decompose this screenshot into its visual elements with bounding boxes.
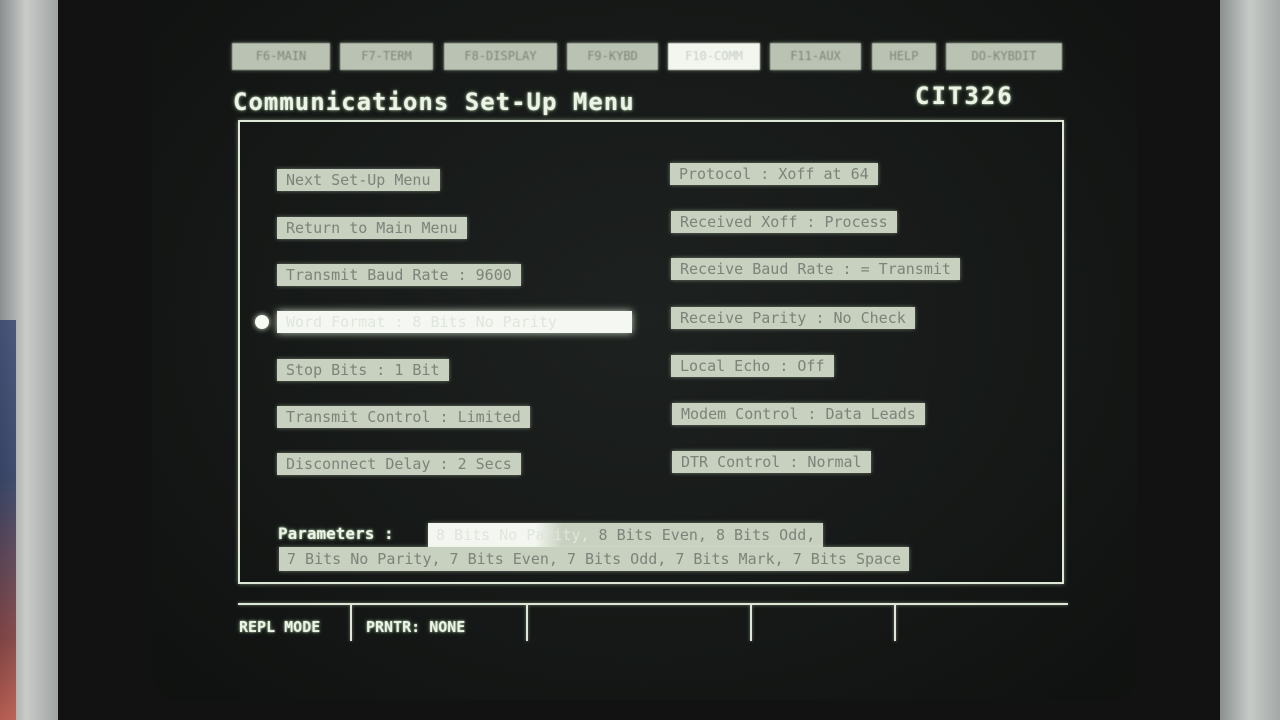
fkey-f8-display[interactable]: F8-DISPLAY <box>444 43 557 70</box>
menu-item-receive-baud[interactable]: Receive Baud Rate : = Transmit <box>671 258 960 280</box>
menu-item-transmit-baud[interactable]: Transmit Baud Rate : 9600 <box>277 264 521 286</box>
fkey-label: F6-MAIN <box>255 49 307 63</box>
fkey-f7-term[interactable]: F7-TERM <box>340 43 433 70</box>
parameters-options-text: 8 Bits Even, 8 Bits Odd, <box>589 526 816 544</box>
menu-item-stop-bits[interactable]: Stop Bits : 1 Bit <box>277 359 449 381</box>
fkey-help[interactable]: HELP <box>872 43 936 70</box>
menu-item-protocol[interactable]: Protocol : Xoff at 64 <box>670 163 878 185</box>
menu-item-receive-parity[interactable]: Receive Parity : No Check <box>671 307 915 329</box>
fkey-f10-comm[interactable]: F10-COMM <box>668 43 760 70</box>
fkey-label: DO-KYBDIT <box>971 49 1037 63</box>
fkey-f6-main[interactable]: F6-MAIN <box>232 43 330 70</box>
parameters-options-line-2: 7 Bits No Parity, 7 Bits Even, 7 Bits Od… <box>279 547 910 571</box>
menu-item-local-echo[interactable]: Local Echo : Off <box>671 355 834 377</box>
status-mode: REPL MODE <box>239 618 321 636</box>
status-printer: PRNTR: NONE <box>366 618 466 636</box>
fkey-label: F8-DISPLAY <box>464 49 537 63</box>
selection-cursor-icon <box>255 315 269 329</box>
menu-item-modem-control[interactable]: Modem Control : Data Leads <box>672 403 925 425</box>
menu-item-transmit-control[interactable]: Transmit Control : Limited <box>277 406 530 428</box>
menu-item-received-xoff[interactable]: Received Xoff : Process <box>671 211 897 233</box>
fkey-f11-aux[interactable]: F11-AUX <box>770 43 861 70</box>
status-separator <box>894 605 896 641</box>
background-wall-right <box>1220 0 1280 720</box>
fkey-label: F7-TERM <box>361 49 412 63</box>
fkey-label: HELP <box>889 49 919 63</box>
menu-item-word-format[interactable]: Word Format : 8 Bits No Parity <box>277 311 632 333</box>
status-separator <box>350 605 352 641</box>
photo-scene: F6-MAIN F7-TERM F8-DISPLAY F9-KYBD F10-C… <box>0 0 1280 720</box>
fkey-f9-kybd[interactable]: F9-KYBD <box>567 43 658 70</box>
background-objects-left <box>0 320 16 720</box>
terminal-model: CIT326 <box>915 82 1014 110</box>
status-bar-divider <box>238 603 1068 605</box>
fkey-label: F10-COMM <box>685 49 743 63</box>
fkey-label: F11-AUX <box>790 49 841 63</box>
menu-item-dtr-control[interactable]: DTR Control : Normal <box>672 451 871 473</box>
parameters-options-line-1: 8 Bits No Parity, 8 Bits Even, 8 Bits Od… <box>428 523 824 547</box>
menu-item-return-main[interactable]: Return to Main Menu <box>277 217 467 239</box>
page-title: Communications Set-Up Menu <box>233 88 635 116</box>
parameters-label: Parameters : <box>278 524 394 543</box>
status-separator <box>750 605 752 641</box>
status-separator <box>526 605 528 641</box>
menu-item-next-setup[interactable]: Next Set-Up Menu <box>277 169 440 191</box>
fkey-do-kybdit[interactable]: DO-KYBDIT <box>946 43 1062 70</box>
fkey-label: F9-KYBD <box>587 49 638 63</box>
parameters-current-value: 8 Bits No Parity, <box>436 526 590 544</box>
menu-item-disconnect-delay[interactable]: Disconnect Delay : 2 Secs <box>277 453 521 475</box>
